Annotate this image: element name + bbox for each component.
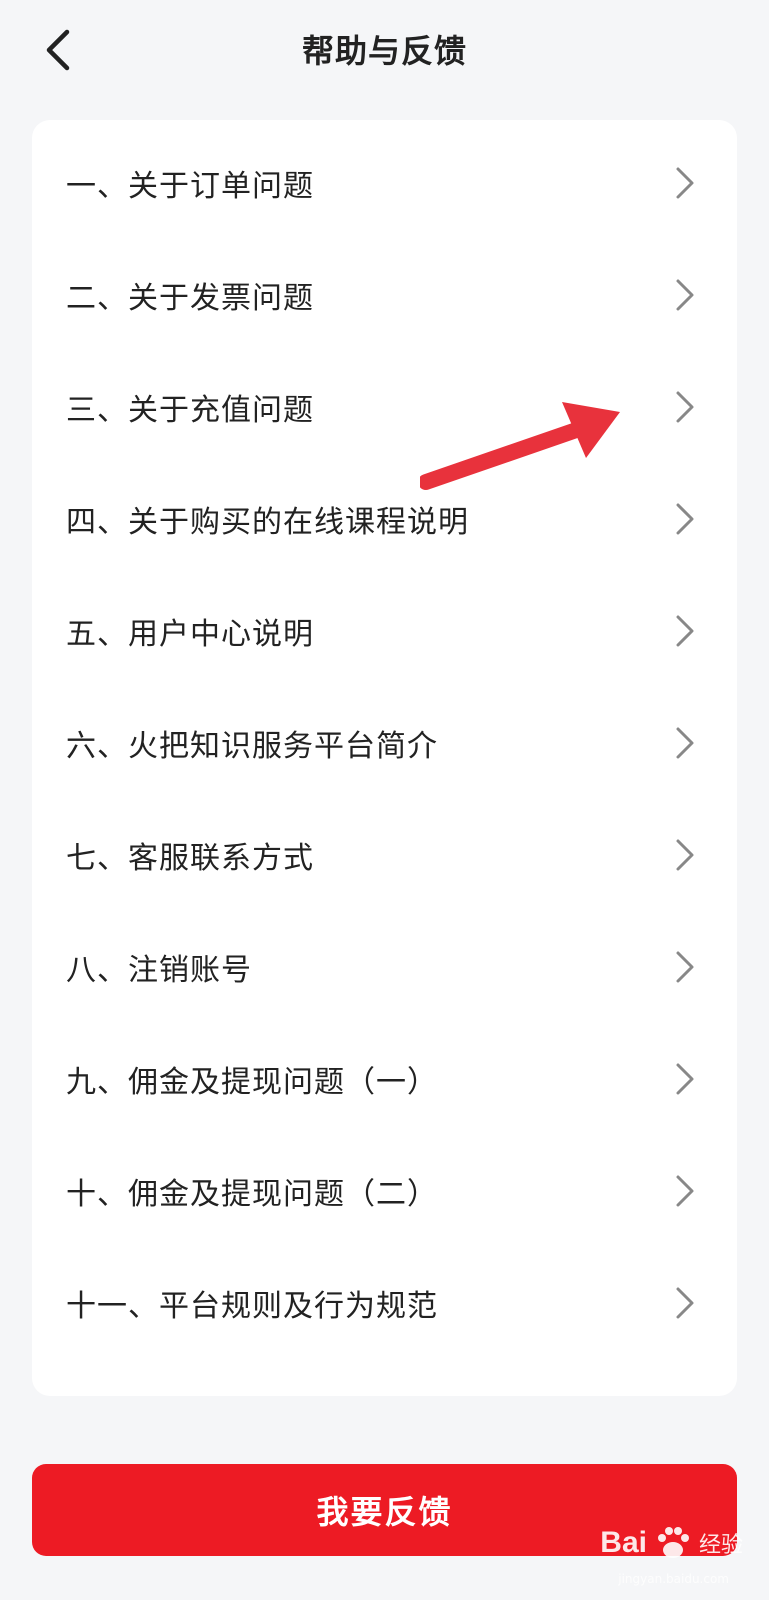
chevron-right-icon <box>676 839 694 871</box>
watermark-cn: 经验 <box>698 1533 743 1558</box>
help-list: 一、关于订单问题 二、关于发票问题 三、关于充值问题 四、关于购买的在线课程说明… <box>32 120 737 1396</box>
list-item[interactable]: 五、用户中心说明 <box>32 574 737 688</box>
list-item[interactable]: 八、注销账号 <box>32 910 737 1024</box>
header-bar: 帮助与反馈 <box>0 0 769 100</box>
list-item[interactable]: 九、佣金及提现问题（一） <box>32 1022 737 1136</box>
list-item[interactable]: 十一、平台规则及行为规范 <box>32 1246 737 1360</box>
chevron-right-icon <box>676 951 694 983</box>
list-item-label: 九、佣金及提现问题（一） <box>66 1065 438 1100</box>
chevron-right-icon <box>676 279 694 311</box>
list-item-label: 十、佣金及提现问题（二） <box>66 1177 438 1212</box>
list-item-label: 六、火把知识服务平台简介 <box>66 729 438 764</box>
chevron-right-icon <box>676 1175 694 1207</box>
watermark: Bai 经验 <box>600 1516 743 1570</box>
chevron-right-icon <box>676 391 694 423</box>
list-item-label: 八、注销账号 <box>66 953 252 988</box>
list-item[interactable]: 三、关于充值问题 <box>32 350 737 464</box>
chevron-right-icon <box>676 727 694 759</box>
watermark-brand: Bai <box>600 1526 647 1559</box>
list-item[interactable]: 六、火把知识服务平台简介 <box>32 686 737 800</box>
chevron-right-icon <box>676 167 694 199</box>
list-item[interactable]: 四、关于购买的在线课程说明 <box>32 462 737 576</box>
chevron-right-icon <box>676 1287 694 1319</box>
feedback-button-label: 我要反馈 <box>316 1493 453 1531</box>
chevron-right-icon <box>676 615 694 647</box>
list-item-label: 二、关于发票问题 <box>66 281 314 316</box>
list-item-label: 五、用户中心说明 <box>66 617 314 652</box>
list-item[interactable]: 七、客服联系方式 <box>32 798 737 912</box>
list-item[interactable]: 十、佣金及提现问题（二） <box>32 1134 737 1248</box>
list-item-label: 四、关于购买的在线课程说明 <box>66 505 469 540</box>
paw-icon <box>657 1527 689 1558</box>
list-item-label: 一、关于订单问题 <box>66 169 314 204</box>
watermark-url: jingyan.baidu.com <box>618 1572 729 1586</box>
list-item[interactable]: 一、关于订单问题 <box>32 126 737 240</box>
list-item-label: 三、关于充值问题 <box>66 393 314 428</box>
page-title: 帮助与反馈 <box>301 32 467 70</box>
list-item-label: 七、客服联系方式 <box>66 841 314 876</box>
list-item-label: 十一、平台规则及行为规范 <box>66 1289 438 1324</box>
chevron-right-icon <box>676 503 694 535</box>
list-item[interactable]: 二、关于发票问题 <box>32 238 737 352</box>
chevron-right-icon <box>676 1063 694 1095</box>
